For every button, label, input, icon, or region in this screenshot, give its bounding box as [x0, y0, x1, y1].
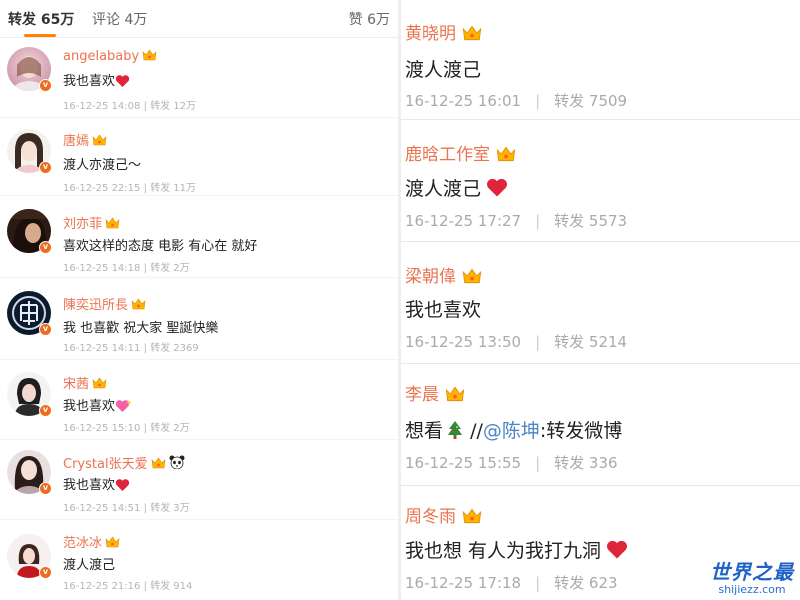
- repost-text: 我也想 有人为我打九洞: [405, 536, 629, 563]
- list-item[interactable]: v 陳奕迅所長 我 也喜歡 祝大家 聖誕快樂 16-12-25 14:11 | …: [0, 282, 398, 360]
- repost-meta: 16-12-25 14:08 | 转发 12万: [63, 101, 197, 112]
- crown-icon: [131, 298, 146, 310]
- user-name[interactable]: 范冰冰: [63, 532, 120, 551]
- crown-icon: [151, 457, 165, 469]
- site-watermark: 世界之最 shijiezz.com: [710, 556, 794, 596]
- verified-badge-icon: v: [39, 323, 52, 336]
- watermark-title: 世界之最: [710, 560, 794, 584]
- list-item[interactable]: 李晨 想看 //@陈坤:转发微博 16-12-25 15:55 | 转发 336: [401, 366, 800, 486]
- repost-meta: 16-12-25 15:55 | 转发 336: [405, 454, 618, 472]
- christmas-tree-icon: [448, 421, 463, 439]
- crown-icon: [496, 146, 516, 162]
- user-name[interactable]: angelababy: [63, 49, 157, 64]
- repost-meta: 16-12-25 17:18 | 转发 623: [405, 574, 618, 592]
- user-name[interactable]: Crystal张天爱: [63, 453, 185, 472]
- repost-list-left: 转发 65万 评论 4万 赞 6万 v angelababy 我也喜欢 16-1…: [0, 0, 398, 600]
- red-heart-icon: [115, 479, 130, 491]
- crown-icon: [105, 536, 120, 548]
- user-name[interactable]: 陳奕迅所長: [63, 294, 146, 313]
- user-name[interactable]: 周冬雨: [405, 502, 482, 527]
- repost-meta: 16-12-25 13:50 | 转发 5214: [405, 333, 628, 351]
- crown-icon: [462, 25, 482, 41]
- repost-text: 我也喜欢: [63, 70, 130, 89]
- tab-reposts[interactable]: 转发 65万: [8, 9, 74, 29]
- repost-meta: 16-12-25 22:15 | 转发 11万: [63, 183, 197, 194]
- crown-icon: [462, 508, 482, 524]
- crown-icon: [105, 217, 120, 229]
- list-item[interactable]: 黄晓明 渡人渡己 16-12-25 16:01 | 转发 7509: [401, 0, 800, 120]
- red-heart-icon: [487, 178, 508, 197]
- tab-comments[interactable]: 评论 4万: [92, 9, 147, 29]
- watermark-url: shijiezz.com: [718, 583, 786, 596]
- tab-bar: 转发 65万 评论 4万 赞 6万: [0, 0, 398, 38]
- tab-likes[interactable]: 赞 6万: [349, 9, 390, 29]
- repost-text: 渡人亦渡己～: [63, 158, 142, 173]
- list-item[interactable]: v 范冰冰 渡人渡己 16-12-25 21:16 | 转发 914: [0, 520, 398, 598]
- crown-icon: [142, 49, 157, 61]
- list-item[interactable]: v 唐嫣 渡人亦渡己～ 16-12-25 22:15 | 转发 11万: [0, 118, 398, 196]
- repost-meta: 16-12-25 21:16 | 转发 914: [63, 581, 193, 592]
- list-item[interactable]: v 宋茜 我也喜欢 16-12-25 15:10 | 转发 2万: [0, 362, 398, 440]
- crown-icon: [462, 268, 482, 284]
- list-item[interactable]: v Crystal张天爱 我也喜欢 16-12-25 14:51 | 转发 3万: [0, 442, 398, 520]
- repost-text: 喜欢这样的态度 电影 有心在 就好: [63, 239, 258, 254]
- red-heart-icon: [607, 540, 628, 559]
- verified-badge-icon: v: [39, 482, 52, 495]
- verified-badge-icon: v: [39, 404, 52, 417]
- list-item[interactable]: 鹿晗工作室 渡人渡己 16-12-25 17:27 | 转发 5573: [401, 122, 800, 242]
- crown-icon: [92, 134, 107, 146]
- repost-meta: 16-12-25 14:18 | 转发 2万: [63, 263, 190, 274]
- repost-text: 想看 //@陈坤:转发微博: [405, 420, 623, 442]
- red-heart-icon: [115, 75, 130, 87]
- verified-badge-icon: v: [39, 79, 52, 92]
- active-tab-indicator: [24, 34, 56, 37]
- repost-text: 我也喜欢: [63, 474, 130, 493]
- repost-list-right: 黄晓明 渡人渡己 16-12-25 16:01 | 转发 7509 鹿晗工作室 渡人…: [401, 0, 800, 600]
- repost-meta: 16-12-25 14:51 | 转发 3万: [63, 503, 190, 514]
- repost-meta: 16-12-25 16:01 | 转发 7509: [405, 92, 628, 110]
- list-item[interactable]: v angelababy 我也喜欢 16-12-25 14:08 | 转发 12…: [0, 40, 398, 118]
- user-name[interactable]: 刘亦菲: [63, 213, 120, 232]
- verified-badge-icon: v: [39, 161, 52, 174]
- mention-link[interactable]: @陈坤: [483, 420, 540, 442]
- repost-text: 渡人渡己: [63, 558, 116, 573]
- repost-text: 我也喜欢: [405, 299, 482, 321]
- user-name[interactable]: 黄晓明: [405, 19, 482, 44]
- repost-text: 我 也喜歡 祝大家 聖誕快樂: [63, 321, 219, 336]
- verified-badge-icon: v: [39, 566, 52, 579]
- verified-badge-icon: v: [39, 241, 52, 254]
- user-name[interactable]: 唐嫣: [63, 130, 107, 149]
- repost-text: 我也喜欢: [63, 395, 133, 414]
- repost-text: 渡人渡己: [405, 59, 482, 81]
- list-item[interactable]: 梁朝偉 我也喜欢 16-12-25 13:50 | 转发 5214: [401, 244, 800, 364]
- crown-icon: [445, 386, 465, 402]
- panda-icon: [169, 455, 185, 469]
- repost-meta: 16-12-25 15:10 | 转发 2万: [63, 423, 190, 434]
- user-name[interactable]: 鹿晗工作室: [405, 140, 516, 165]
- list-item[interactable]: v 刘亦菲 喜欢这样的态度 电影 有心在 就好 16-12-25 14:18 |…: [0, 200, 398, 278]
- repost-text: 渡人渡己: [405, 174, 509, 201]
- user-name[interactable]: 李晨: [405, 380, 465, 405]
- user-name[interactable]: 梁朝偉: [405, 262, 482, 287]
- repost-meta: 16-12-25 14:11 | 转发 2369: [63, 343, 199, 354]
- user-name[interactable]: 宋茜: [63, 373, 107, 392]
- sparkle-heart-icon: [115, 400, 133, 412]
- crown-icon: [92, 377, 107, 389]
- repost-meta: 16-12-25 17:27 | 转发 5573: [405, 212, 628, 230]
